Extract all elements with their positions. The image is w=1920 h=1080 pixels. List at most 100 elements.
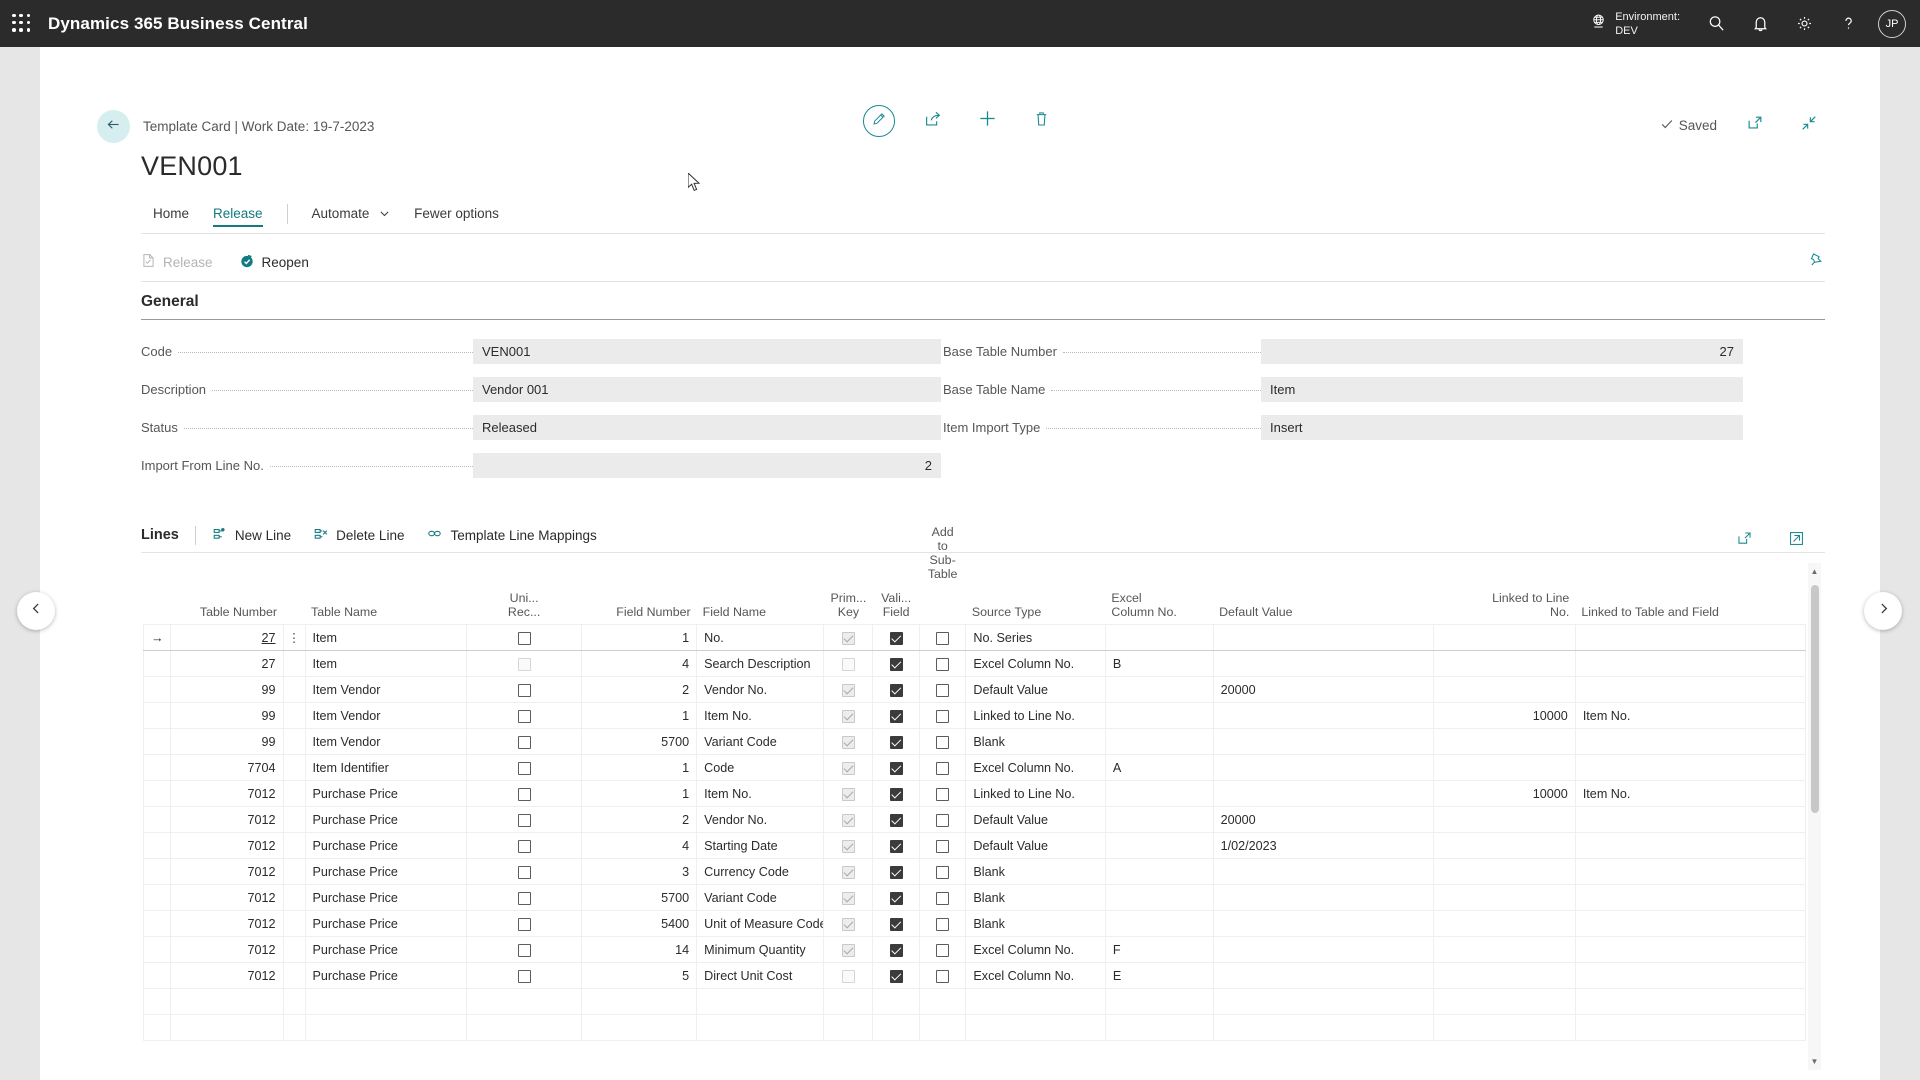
cell-unique-rec[interactable] [466,832,583,859]
tab-home[interactable]: Home [141,202,201,225]
cell-default-value[interactable] [1212,1014,1434,1041]
cell-unique-rec[interactable] [466,650,583,677]
cell-source-type[interactable] [965,1014,1106,1041]
cell-table-name[interactable]: Purchase Price [304,832,468,859]
cell-add-to-sub-table[interactable] [918,754,967,781]
cell-linked-to-table-and-field[interactable] [1574,988,1807,1015]
cell-add-to-sub-table[interactable] [918,988,967,1015]
cell-excel-column-no[interactable] [1104,676,1214,703]
cell-unique-rec[interactable] [466,1014,583,1041]
table-row[interactable]: 99 Item Vendor 1 Item No. Linked to Line No.… [143,702,1807,729]
release-action[interactable]: Release [141,253,213,271]
cell-source-type[interactable]: Default Value [965,806,1106,833]
cell-table-number[interactable]: 7012 [169,780,284,807]
add-to-sub-table-checkbox[interactable] [936,839,950,853]
cell-add-to-sub-table[interactable] [918,676,967,703]
cell-default-value[interactable]: 1/02/2023 [1212,832,1434,859]
cell-default-value[interactable] [1212,780,1434,807]
cell-linked-to-line-no[interactable]: 10000 [1432,702,1576,729]
cell-field-number[interactable]: 5 [581,962,698,989]
cell-source-type[interactable] [965,988,1106,1015]
unique-rec-checkbox[interactable] [517,943,531,957]
cell-add-to-sub-table[interactable] [918,962,967,989]
cell-primary-key[interactable] [823,728,874,755]
cell-validate-field[interactable] [872,780,920,807]
cell-source-type[interactable]: Linked to Line No. [965,702,1106,729]
cell-primary-key[interactable] [823,1014,874,1041]
cell-table-name[interactable]: Purchase Price [304,806,468,833]
add-to-sub-table-checkbox[interactable] [936,735,950,749]
cell-add-to-sub-table[interactable] [918,702,967,729]
cell-table-name[interactable]: Item Vendor [304,728,468,755]
cell-add-to-sub-table[interactable] [918,858,967,885]
validate-field-checkbox[interactable] [889,917,903,931]
cell-table-number[interactable]: 7012 [169,910,284,937]
cell-table-number[interactable]: 7704 [169,754,284,781]
cell-primary-key[interactable] [823,702,874,729]
cell-linked-to-line-no[interactable] [1432,1014,1576,1041]
cell-table-number[interactable]: 99 [169,702,284,729]
cell-linked-to-line-no[interactable] [1432,754,1576,781]
cell-source-type[interactable]: Blank [965,728,1106,755]
cell-default-value[interactable] [1212,754,1434,781]
add-to-sub-table-checkbox[interactable] [936,787,950,801]
cell-excel-column-no[interactable] [1104,910,1214,937]
cell-add-to-sub-table[interactable] [918,728,967,755]
cell-unique-rec[interactable] [466,936,583,963]
cell-linked-to-table-and-field[interactable]: Item No. [1574,780,1807,807]
unique-rec-checkbox[interactable] [517,631,531,645]
cell-field-number[interactable]: 5700 [581,728,698,755]
cell-primary-key[interactable] [823,676,874,703]
cell-excel-column-no[interactable] [1104,702,1214,729]
cell-source-type[interactable]: No. Series [965,624,1106,651]
cell-unique-rec[interactable] [466,702,583,729]
app-launcher-icon[interactable] [12,13,32,34]
th-add-to-sub-table[interactable]: Add to Sub- Table [919,525,966,625]
table-row[interactable] [143,1014,1807,1041]
cell-linked-to-table-and-field[interactable] [1574,832,1807,859]
cell-validate-field[interactable] [872,702,920,729]
cell-table-name[interactable]: Purchase Price [304,936,468,963]
cell-table-number[interactable]: 7012 [169,832,284,859]
cell-table-number[interactable]: 99 [169,728,284,755]
cell-linked-to-table-and-field[interactable]: Item No. [1574,702,1807,729]
cell-add-to-sub-table[interactable] [918,832,967,859]
base-table-number-field[interactable]: 27 [1261,339,1743,364]
th-excel-column-no[interactable]: Excel Column No. [1105,563,1213,625]
tab-automate[interactable]: Automate [300,202,403,226]
cell-field-name[interactable]: No. [696,624,825,651]
cell-table-name[interactable]: Purchase Price [304,858,468,885]
cell-linked-to-table-and-field[interactable] [1574,806,1807,833]
cell-table-name[interactable]: Item Identifier [304,754,468,781]
cell-validate-field[interactable] [872,962,920,989]
cell-field-name[interactable] [696,1014,825,1041]
cell-table-number[interactable]: 7012 [169,858,284,885]
add-to-sub-table-checkbox[interactable] [936,891,950,905]
cell-linked-to-line-no[interactable] [1432,936,1576,963]
cell-linked-to-line-no[interactable] [1432,988,1576,1015]
cell-add-to-sub-table[interactable] [918,780,967,807]
cell-field-name[interactable]: Variant Code [696,728,825,755]
cell-add-to-sub-table[interactable] [918,624,967,651]
cell-field-number[interactable]: 5400 [581,910,698,937]
unique-rec-checkbox[interactable] [517,761,531,775]
cell-field-name[interactable]: Code [696,754,825,781]
cell-table-number[interactable]: 7012 [169,936,284,963]
new-button[interactable] [971,105,1003,137]
cell-validate-field[interactable] [872,858,920,885]
cell-unique-rec[interactable] [466,806,583,833]
table-row[interactable]: 99 Item Vendor 2 Vendor No. Default Value 200… [143,676,1807,703]
cell-source-type[interactable]: Blank [965,884,1106,911]
cell-field-number[interactable]: 3 [581,858,698,885]
cell-unique-rec[interactable] [466,884,583,911]
cell-excel-column-no[interactable] [1104,806,1214,833]
cell-excel-column-no[interactable]: F [1104,936,1214,963]
cell-add-to-sub-table[interactable] [918,1014,967,1041]
cell-field-name[interactable]: Search Description [696,650,825,677]
environment-indicator[interactable]: Environment: DEV [1590,10,1680,38]
table-row[interactable]: 7012 Purchase Price 5 Direct Unit Cost Excel… [143,962,1807,989]
add-to-sub-table-checkbox[interactable] [936,709,950,723]
cell-table-number[interactable]: 7012 [169,806,284,833]
cell-field-number[interactable]: 2 [581,676,698,703]
cell-linked-to-table-and-field[interactable] [1574,1014,1807,1041]
